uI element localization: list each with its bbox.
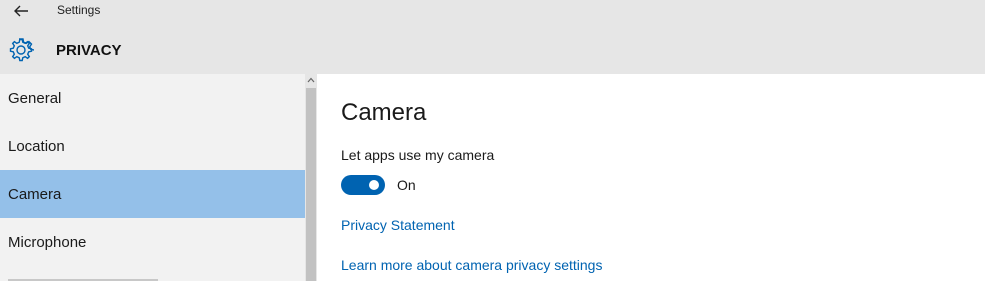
window-title: Settings — [57, 3, 101, 17]
sidebar-item-label: General — [8, 89, 62, 107]
sidebar-item-general[interactable]: General — [0, 74, 305, 122]
title-bar: Settings PRIVACY — [0, 0, 985, 74]
sidebar-item-microphone[interactable]: Microphone — [0, 218, 305, 266]
section-title: PRIVACY — [56, 42, 122, 59]
back-button[interactable] — [8, 0, 34, 22]
scroll-up-arrow-icon[interactable] — [305, 74, 317, 86]
privacy-statement-link[interactable]: Privacy Statement — [341, 217, 455, 233]
sidebar-item-location[interactable]: Location — [0, 122, 305, 170]
sidebar-scrollbar[interactable] — [305, 74, 317, 281]
sidebar: General Location Camera Microphone — [0, 74, 305, 281]
learn-more-link[interactable]: Learn more about camera privacy settings — [341, 257, 602, 273]
setting-label: Let apps use my camera — [341, 147, 495, 163]
camera-toggle[interactable] — [341, 175, 385, 195]
main-content: Camera Let apps use my camera On Privacy… — [317, 74, 985, 281]
sidebar-item-camera[interactable]: Camera — [0, 170, 305, 218]
sidebar-item-partial[interactable] — [8, 275, 168, 281]
sidebar-item-label: Location — [8, 137, 65, 155]
toggle-state-label: On — [397, 177, 416, 193]
sidebar-item-label: Microphone — [8, 233, 87, 251]
page-title: Camera — [341, 99, 427, 126]
back-arrow-icon — [14, 5, 28, 17]
gear-icon — [9, 38, 34, 62]
scroll-thumb[interactable] — [306, 88, 316, 281]
toggle-knob — [369, 180, 379, 190]
sidebar-item-label: Camera — [8, 185, 62, 203]
